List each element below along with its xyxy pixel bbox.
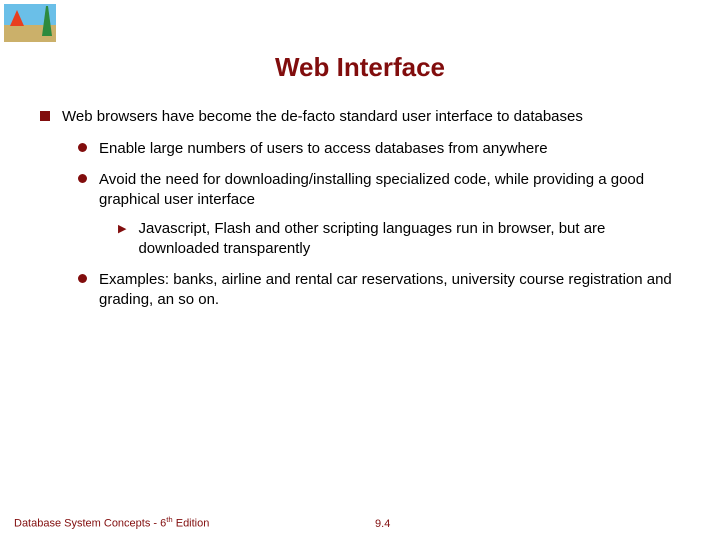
bullet-level2: Avoid the need for downloading/installin… xyxy=(78,170,680,209)
slide-footer: Database System Concepts - 6th Edition 9… xyxy=(0,515,720,530)
footer-center: 9.4 xyxy=(375,518,390,530)
circle-bullet-icon xyxy=(78,274,87,283)
slide-title: Web Interface xyxy=(0,38,720,107)
bullet-level2: Enable large numbers of users to access … xyxy=(78,139,680,159)
logo-image xyxy=(4,4,56,42)
footer-left-suffix: Edition xyxy=(173,518,210,530)
square-bullet-icon xyxy=(40,111,50,121)
bullet-text: Javascript, Flash and other scripting la… xyxy=(138,219,680,258)
arrow-bullet-icon: ▶ xyxy=(118,222,126,235)
bullet-text: Avoid the need for downloading/installin… xyxy=(99,170,680,209)
slide-content: Web browsers have become the de-facto st… xyxy=(0,107,720,309)
circle-bullet-icon xyxy=(78,143,87,152)
footer-left-prefix: Database System Concepts - 6 xyxy=(14,518,166,530)
bullet-text: Web browsers have become the de-facto st… xyxy=(62,107,583,127)
bullet-text: Examples: banks, airline and rental car … xyxy=(99,270,680,309)
bullet-text: Enable large numbers of users to access … xyxy=(99,139,548,159)
bullet-level2: Examples: banks, airline and rental car … xyxy=(78,270,680,309)
circle-bullet-icon xyxy=(78,174,87,183)
bullet-level1: Web browsers have become the de-facto st… xyxy=(40,107,680,127)
footer-left: Database System Concepts - 6th Edition xyxy=(14,515,209,530)
bullet-level3: ▶ Javascript, Flash and other scripting … xyxy=(118,219,680,258)
